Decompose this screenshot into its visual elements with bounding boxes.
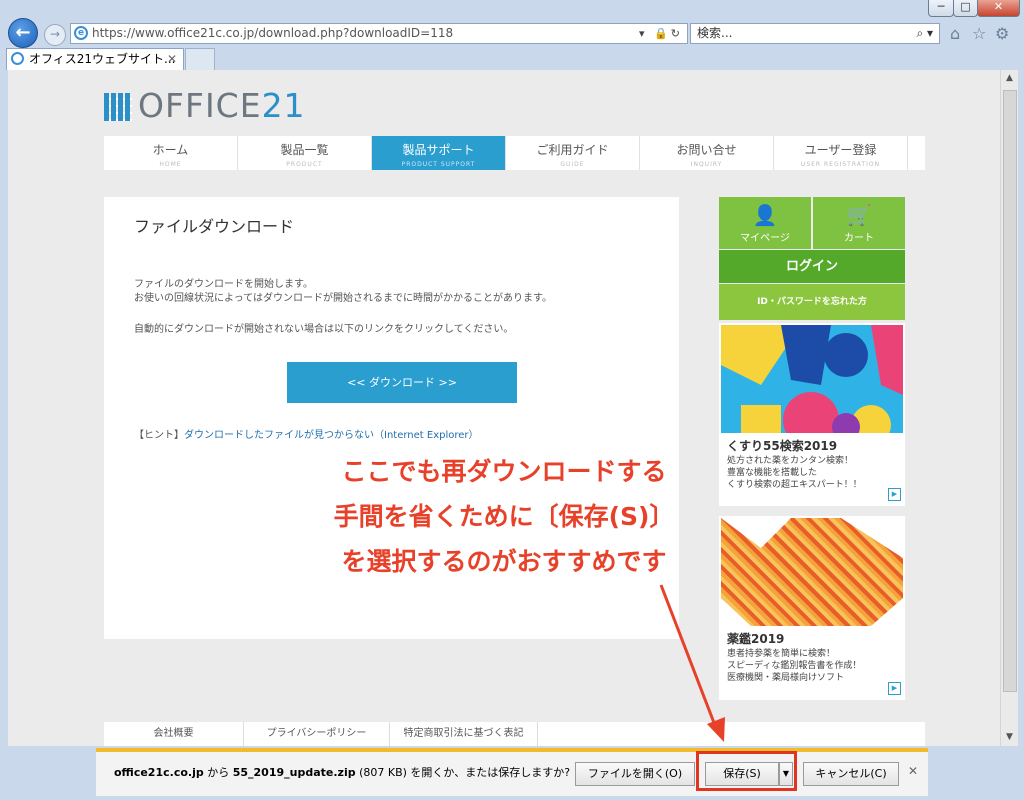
logo-grid-icon — [104, 93, 132, 121]
page-viewport: OFFICE21 ホーム HOME 製品一覧 PRODUCT 製品サポート PRODU… — [8, 70, 1000, 746]
site-footer: 会社概要 プライバシーポリシー 特定商取引法に基づく表記 — [104, 722, 925, 746]
dropdown-icon[interactable]: ▾ — [639, 27, 648, 40]
play-icon[interactable]: ▶ — [888, 682, 901, 695]
banner-desc-line: 医療機関・薬局様向けソフト — [727, 673, 845, 683]
scroll-up-icon[interactable]: ▲ — [1001, 70, 1018, 87]
annotation-line-3: を選択するのがおすすめです — [341, 547, 667, 576]
download-filename: 55_2019_update.zip — [232, 766, 356, 779]
menu-inquiry[interactable]: お問い合せ INQUIRY — [640, 136, 774, 170]
refresh-icon[interactable]: ↻ — [671, 27, 683, 40]
address-controls[interactable]: ▾ 🔒↻ — [639, 24, 683, 43]
download-message: office21c.co.jp から 55_2019_update.zip (8… — [114, 764, 570, 780]
menu-guide[interactable]: ご利用ガイド GUIDE — [506, 136, 640, 170]
close-bar-icon[interactable]: ✕ — [908, 764, 918, 778]
page-title: ファイルダウンロード — [134, 217, 295, 236]
download-size: (807 KB) — [355, 766, 411, 779]
new-tab-button[interactable] — [185, 48, 215, 70]
download-from: から — [203, 766, 233, 779]
mypage-label: マイページ — [740, 233, 790, 244]
info-text-2: お使いの回線状況によってはダウンロードが開始されるまでに時間がかかることがありま… — [134, 293, 552, 304]
settings-gear-icon[interactable]: ⚙ — [995, 24, 1009, 43]
logo-number: 21 — [261, 86, 306, 125]
save-highlight-box — [696, 751, 797, 791]
hint-link[interactable]: ダウンロードしたファイルが見つからない（Internet Explorer） — [184, 430, 479, 441]
download-question: を開くか、または保存しますか? — [410, 766, 571, 779]
back-button[interactable]: ← — [8, 18, 38, 48]
menu-sublabel: USER REGISTRATION — [800, 161, 881, 168]
menu-label: ホーム — [152, 143, 189, 157]
forward-button[interactable]: → — [44, 24, 66, 46]
banner-description: 患者持参薬を簡単に検索！ スピーディな鑑別報告書を作成！ 医療機関・薬局様向けソ… — [727, 648, 861, 684]
hint-line: 【ヒント】ダウンロードしたファイルが見つからない（Internet Explor… — [134, 426, 479, 441]
mypage-button[interactable]: 👤 マイページ — [719, 197, 811, 249]
menu-sublabel: INQUIRY — [690, 161, 723, 168]
annotation-line-1: ここでも再ダウンロードする — [341, 457, 667, 486]
favorites-star-icon[interactable]: ☆ — [972, 24, 986, 43]
search-input[interactable]: 検索... — [697, 26, 732, 40]
footer-link-company[interactable]: 会社概要 — [104, 722, 244, 746]
footer-link-privacy[interactable]: プライバシーポリシー — [244, 722, 390, 746]
home-icon[interactable]: ⌂ — [950, 24, 960, 43]
maximize-button[interactable]: □ — [953, 0, 978, 17]
menu-user-registration[interactable]: ユーザー登録 USER REGISTRATION — [774, 136, 908, 170]
address-url[interactable]: https://www.office21c.co.jp/download.php… — [92, 24, 453, 43]
close-window-button[interactable]: ✕ — [977, 0, 1020, 17]
minimize-button[interactable]: ─ — [928, 0, 954, 17]
logo-text: OFFICE — [138, 86, 262, 125]
vertical-scrollbar[interactable]: ▲ ▼ — [1000, 70, 1018, 746]
kusuri55-banner-image — [721, 325, 903, 433]
browser-tab[interactable]: オフィス21ウェブサイト... ✕ — [6, 48, 184, 70]
menu-products[interactable]: 製品一覧 PRODUCT — [238, 136, 372, 170]
menu-label: お問い合せ — [676, 143, 737, 157]
global-menu: ホーム HOME 製品一覧 PRODUCT 製品サポート PRODUCT SUPPOR… — [104, 136, 925, 170]
ie-favicon-icon: e — [74, 26, 88, 40]
menu-home[interactable]: ホーム HOME — [104, 136, 238, 170]
footer-link-commercial[interactable]: 特定商取引法に基づく表記 — [390, 722, 538, 746]
annotation-line-2: 手間を省くために〔保存(S)〕 — [333, 502, 675, 531]
menu-label: ユーザー登録 — [804, 143, 877, 157]
person-icon: 👤 — [752, 203, 778, 227]
browser-window: ─ □ ✕ ← → e https://www.office21c.co.jp/… — [0, 0, 1024, 800]
menu-sublabel: HOME — [159, 161, 182, 168]
search-box[interactable]: 検索... ⌕ ▾ — [690, 23, 940, 44]
menu-sublabel: GUIDE — [560, 161, 585, 168]
scroll-down-icon[interactable]: ▼ — [1001, 729, 1018, 746]
close-tab-icon[interactable]: ✕ — [167, 49, 177, 69]
arrow-right-icon: → — [49, 27, 61, 41]
download-host: office21c.co.jp — [114, 766, 204, 779]
cart-label: カート — [844, 233, 874, 244]
search-icon[interactable]: ⌕ ▾ — [916, 24, 933, 43]
cancel-button[interactable]: キャンセル(C) — [803, 762, 899, 786]
scroll-thumb[interactable] — [1003, 90, 1017, 692]
address-bar[interactable]: e https://www.office21c.co.jp/download.p… — [70, 23, 688, 44]
info-text-1: ファイルのダウンロードを開始します。 — [134, 279, 313, 290]
download-link-button[interactable]: << ダウンロード >> — [287, 362, 517, 403]
tab-title: オフィス21ウェブサイト... — [29, 52, 176, 66]
menu-sublabel: PRODUCT — [286, 161, 323, 168]
info-text-3: 自動的にダウンロードが開始されない場合は以下のリンクをクリックしてください。 — [134, 324, 514, 335]
menu-sublabel: PRODUCT SUPPORT — [401, 161, 476, 168]
cart-icon: 🛒 — [846, 203, 872, 227]
banner-desc-line: 患者持参薬を簡単に検索！ — [727, 649, 836, 659]
arrow-left-icon: ← — [15, 22, 31, 43]
forgot-password-button[interactable]: ID・パスワードを忘れた方 — [719, 284, 905, 320]
cart-button[interactable]: 🛒 カート — [813, 197, 905, 249]
open-file-button[interactable]: ファイルを開く(O) — [575, 762, 695, 786]
ie-favicon-icon — [11, 52, 24, 65]
banner-desc-line: スピーディな鑑別報告書を作成！ — [727, 661, 862, 671]
menu-label: 製品サポート — [402, 143, 475, 157]
menu-product-support[interactable]: 製品サポート PRODUCT SUPPORT — [372, 136, 506, 170]
hint-prefix: 【ヒント】 — [134, 430, 184, 441]
download-notification-bar: office21c.co.jp から 55_2019_update.zip (8… — [96, 748, 928, 796]
banner-title: 薬鑑2019 — [727, 632, 785, 646]
menu-label: ご利用ガイド — [536, 143, 609, 157]
login-button[interactable]: ログイン — [719, 250, 905, 283]
lock-icon[interactable]: 🔒 — [654, 27, 671, 40]
menu-label: 製品一覧 — [280, 143, 329, 157]
